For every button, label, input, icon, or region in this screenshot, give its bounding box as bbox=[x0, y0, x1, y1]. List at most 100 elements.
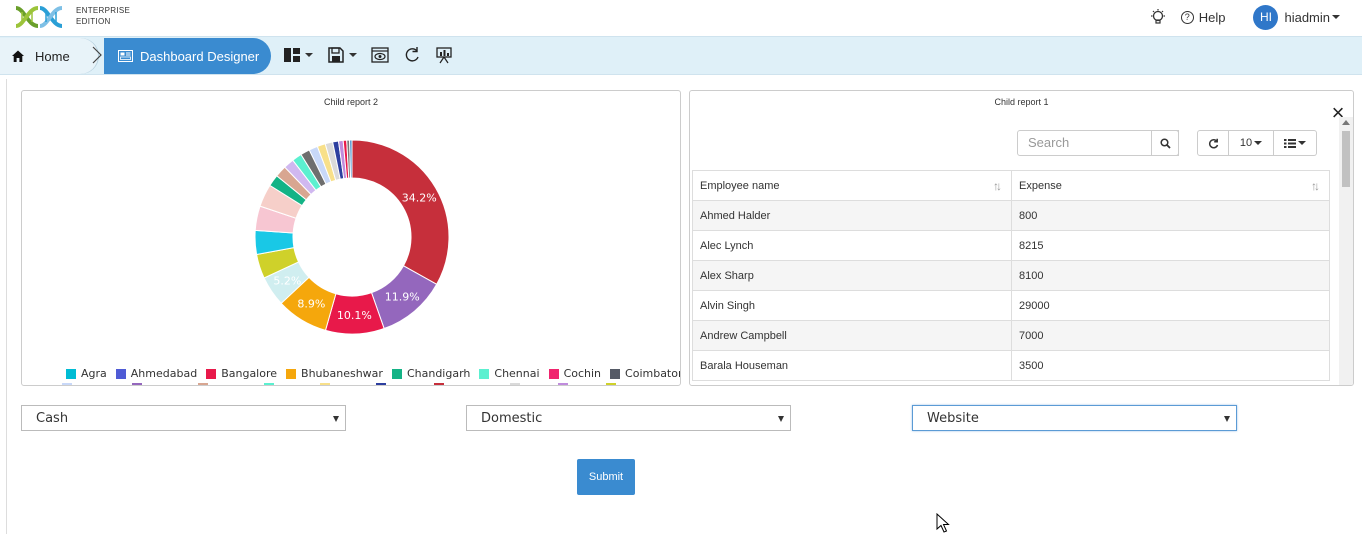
top-bar: ENTERPRISE EDITION ? Help HI hiadmin bbox=[0, 0, 1362, 36]
channel-filter-select[interactable]: Website bbox=[912, 405, 1237, 431]
designer-toolbar bbox=[283, 43, 467, 67]
list-icon bbox=[1284, 138, 1296, 148]
legend-item[interactable]: Coimbatore bbox=[610, 367, 680, 380]
sort-icon[interactable]: ↑↓ bbox=[1311, 179, 1320, 193]
chevron-down-icon bbox=[333, 416, 339, 422]
table-scrollbar[interactable] bbox=[1339, 117, 1353, 385]
table-row[interactable]: Alvin Singh 29000 bbox=[692, 290, 1330, 321]
legend-label: Bangalore bbox=[221, 367, 278, 380]
logo-line1: ENTERPRISE bbox=[76, 6, 131, 15]
breadcrumb-bar: Home Dashboard Designer bbox=[0, 36, 1362, 75]
logo-text: ENTERPRISE EDITION bbox=[76, 5, 130, 27]
legend-item[interactable]: Cochin bbox=[548, 367, 601, 380]
child-report-1-panel: Child report 1 × Search 10 Employee name… bbox=[689, 90, 1354, 386]
help-link[interactable]: ? Help bbox=[1180, 9, 1226, 25]
presentation-button[interactable] bbox=[435, 43, 453, 67]
dashboard-designer-label: Dashboard Designer bbox=[140, 48, 260, 64]
legend-swatch bbox=[610, 368, 621, 379]
cell-expense: 800 bbox=[1011, 200, 1330, 231]
slice-label: 8.9% bbox=[297, 298, 325, 311]
home-icon bbox=[12, 50, 24, 62]
table-row[interactable]: Alex Sharp 8100 bbox=[692, 260, 1330, 291]
payment-filter-select[interactable]: Cash bbox=[21, 405, 346, 431]
search-button[interactable] bbox=[1151, 130, 1179, 156]
refresh-icon bbox=[1208, 138, 1218, 148]
legend-swatch bbox=[286, 368, 297, 379]
legend-item[interactable]: Ahmedabad bbox=[115, 367, 197, 380]
legend-item[interactable]: Bhubaneshwar bbox=[286, 367, 383, 380]
search-icon bbox=[1160, 138, 1171, 149]
legend-item[interactable]: Bangalore bbox=[206, 367, 277, 380]
child-report-1-title: Child report 1 bbox=[994, 97, 1049, 107]
channel-filter-value: Website bbox=[927, 411, 979, 426]
column-header-employee-name[interactable]: Employee name ↑↓ bbox=[692, 170, 1012, 201]
help-label: Help bbox=[1198, 9, 1226, 25]
donut-slice[interactable] bbox=[351, 139, 450, 285]
table-row[interactable]: Andrew Campbell 7000 bbox=[692, 320, 1330, 351]
child-report-2-panel: Child report 2 34.2% 11.9% 10.1% 8.9% 5.2% A… bbox=[21, 90, 681, 386]
username[interactable]: hiadmin bbox=[1284, 10, 1330, 25]
chevron-down-icon bbox=[349, 53, 357, 57]
helical-logo[interactable] bbox=[14, 4, 70, 30]
legend-item[interactable]: Chandigarh bbox=[391, 367, 471, 380]
cell-expense: 8100 bbox=[1011, 260, 1330, 291]
breadcrumb-home[interactable]: Home bbox=[0, 38, 98, 74]
legend-label: Agra bbox=[81, 367, 107, 380]
preview-button[interactable] bbox=[371, 43, 389, 67]
column-header-label: Employee name bbox=[700, 179, 780, 192]
cell-expense: 29000 bbox=[1011, 290, 1330, 321]
cell-employee-name: Alvin Singh bbox=[692, 290, 1012, 321]
donut-slice[interactable] bbox=[349, 139, 353, 179]
table-refresh-button[interactable] bbox=[1197, 130, 1229, 156]
legend-swatch bbox=[548, 368, 559, 379]
presentation-icon bbox=[436, 47, 452, 64]
chevron-right-icon bbox=[92, 46, 102, 64]
layout-button[interactable] bbox=[283, 43, 313, 67]
mouse-cursor-icon bbox=[936, 513, 950, 533]
slice-label: 11.9% bbox=[385, 291, 420, 304]
chevron-down-icon bbox=[1298, 141, 1306, 145]
legend-label: Bhubaneshwar bbox=[301, 367, 383, 380]
scrollbar-thumb[interactable] bbox=[1342, 131, 1350, 187]
page-size-select[interactable]: 10 bbox=[1229, 130, 1274, 156]
legend-item[interactable]: Agra bbox=[66, 367, 107, 380]
cell-employee-name: Ahmed Halder bbox=[692, 200, 1012, 231]
scroll-up-icon[interactable] bbox=[1342, 120, 1350, 125]
donut-chart[interactable]: 34.2% 11.9% 10.1% 8.9% 5.2% bbox=[22, 91, 681, 366]
chevron-down-icon bbox=[1254, 141, 1263, 145]
slice-label: 34.2% bbox=[402, 192, 437, 205]
payment-filter-value: Cash bbox=[36, 411, 69, 426]
legend-label: Coimbatore bbox=[625, 367, 680, 380]
table-toolbar: 10 bbox=[1197, 130, 1317, 156]
cell-employee-name: Andrew Campbell bbox=[692, 320, 1012, 351]
avatar[interactable]: HI bbox=[1253, 4, 1279, 30]
cell-employee-name: Alec Lynch bbox=[692, 230, 1012, 261]
sort-icon[interactable]: ↑↓ bbox=[993, 179, 1002, 193]
legend-label: Chandigarh bbox=[406, 367, 471, 380]
cell-employee-name: Barala Houseman bbox=[692, 350, 1012, 381]
home-label: Home bbox=[35, 48, 70, 64]
legend-item[interactable]: Chennai bbox=[479, 367, 540, 380]
table-row[interactable]: Ahmed Halder 800 bbox=[692, 200, 1330, 231]
chevron-down-icon bbox=[778, 416, 784, 422]
breadcrumb-dashboard-designer[interactable]: Dashboard Designer bbox=[104, 38, 271, 74]
refresh-button[interactable] bbox=[403, 43, 421, 67]
legend-label: Chennai bbox=[494, 367, 540, 380]
cell-expense: 3500 bbox=[1011, 350, 1330, 381]
chevron-down-icon[interactable] bbox=[1332, 15, 1340, 19]
column-header-expense[interactable]: Expense ↑↓ bbox=[1011, 170, 1330, 201]
help-circle-icon: ? bbox=[1180, 10, 1194, 24]
chart-legend: Agra Ahmedabad Bangalore Bhubaneshwar Chandi… bbox=[66, 367, 680, 380]
slice-label: 5.2% bbox=[273, 275, 301, 288]
table-row[interactable]: Alec Lynch 8215 bbox=[692, 230, 1330, 261]
page-size-value: 10 bbox=[1239, 137, 1253, 149]
expense-table: Employee name ↑↓ Expense ↑↓ Ahmed Halder… bbox=[692, 170, 1330, 381]
save-icon bbox=[328, 47, 344, 63]
lightbulb-icon[interactable] bbox=[1149, 8, 1167, 26]
columns-toggle-button[interactable] bbox=[1274, 130, 1317, 156]
type-filter-select[interactable]: Domestic bbox=[466, 405, 791, 431]
table-row[interactable]: Barala Houseman 3500 bbox=[692, 350, 1330, 381]
type-filter-value: Domestic bbox=[481, 411, 543, 426]
save-button[interactable] bbox=[327, 43, 357, 67]
submit-button[interactable]: Submit bbox=[577, 459, 635, 495]
